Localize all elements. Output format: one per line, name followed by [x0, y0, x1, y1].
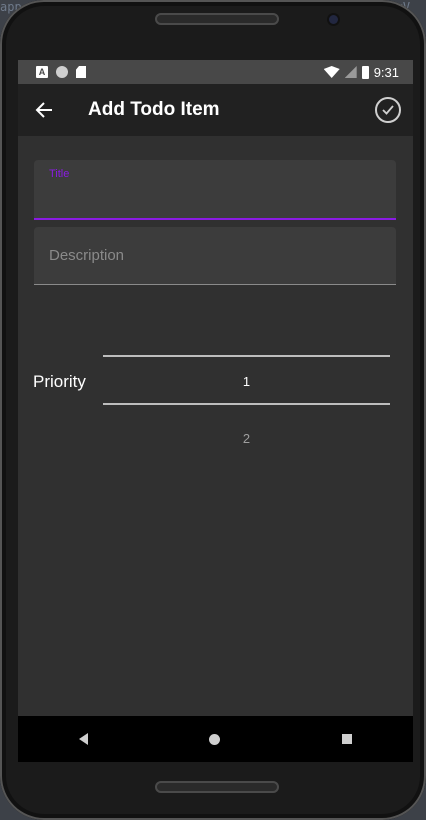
screen: A 9:31 Add Todo Item Title Description P… — [18, 60, 413, 762]
check-circle-icon — [382, 105, 394, 115]
top-speaker — [155, 13, 279, 25]
app-bar: Add Todo Item — [18, 84, 413, 136]
back-button[interactable] — [18, 84, 88, 136]
priority-label: Priority — [33, 372, 86, 391]
arrow-back-icon — [35, 102, 52, 118]
picker-divider-top — [103, 355, 390, 357]
priority-picker-option[interactable]: 2 — [103, 431, 390, 446]
phone-frame: A 9:31 Add Todo Item Title Description P… — [0, 0, 426, 820]
battery-icon — [361, 65, 369, 79]
picker-divider-bottom — [103, 403, 390, 405]
save-button[interactable] — [375, 97, 401, 123]
recents-square-icon[interactable] — [342, 734, 353, 744]
priority-picker-selected[interactable]: 1 — [103, 374, 390, 389]
page-title: Add Todo Item — [88, 99, 220, 120]
description-placeholder: Description — [49, 247, 125, 264]
front-camera — [329, 15, 338, 24]
navigation-bar — [18, 716, 413, 762]
wifi-icon — [323, 66, 340, 78]
status-bar: A 9:31 — [18, 60, 413, 84]
sd-card-icon — [76, 66, 86, 78]
circle-icon — [56, 66, 68, 78]
title-field-label: Title — [49, 168, 70, 180]
description-field[interactable]: Description — [34, 227, 396, 285]
bottom-speaker — [155, 781, 279, 793]
home-circle-icon[interactable] — [209, 733, 221, 745]
back-triangle-icon[interactable] — [78, 733, 88, 745]
signal-icon — [344, 66, 357, 78]
status-time: 9:31 — [373, 64, 399, 80]
a-icon: A — [36, 66, 48, 78]
title-field[interactable]: Title — [34, 160, 396, 220]
